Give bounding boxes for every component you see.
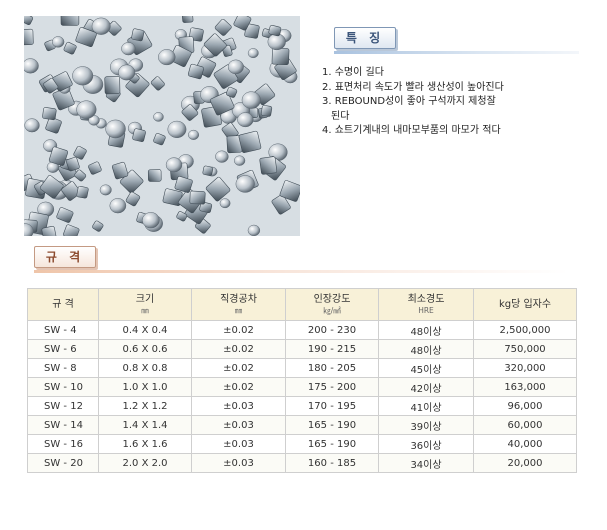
header-particles: kg당 입자수 (473, 288, 577, 321)
table-cell: 175 - 200 (285, 377, 379, 397)
feature-item-continuation: 된다 (331, 110, 350, 122)
table-cell: 160 - 185 (285, 453, 379, 473)
table-cell: SW - 6 (27, 339, 99, 359)
table-cell: 1.4 X 1.4 (98, 415, 192, 435)
table-cell: 320,000 (473, 358, 577, 378)
table-cell: 180 - 205 (285, 358, 379, 378)
table-cell: 165 - 190 (285, 434, 379, 454)
table-cell: 41이상 (378, 396, 474, 416)
table-cell: 1.2 X 1.2 (98, 396, 192, 416)
table-cell: 48이상 (378, 339, 474, 359)
spec-table: 규 격 크기 ㎜ 직경공차 ㎜ 인장강도 ㎏/㎟ 최소경도 HRE kg당 입자수 SW… (27, 288, 577, 473)
table-cell: 36이상 (378, 434, 474, 454)
table-cell: 34이상 (378, 453, 474, 473)
feature-item: 1. 수명이 길다 (322, 67, 384, 78)
header-spec: 규 격 (27, 288, 99, 321)
table-cell: 1.0 X 1.0 (98, 377, 192, 397)
table-cell: 190 - 215 (285, 339, 379, 359)
table-cell: ±0.03 (191, 434, 286, 454)
header-tolerance: 직경공차 ㎜ (191, 288, 286, 321)
table-row: SW - 8 0.8 X 0.8 ±0.02 180 - 205 45이상 320,000 (27, 358, 577, 378)
feature-item: 3. REBOUND성이 좋아 구석까지 제청잘 된다 (322, 95, 592, 124)
table-cell: SW - 20 (27, 453, 99, 473)
table-cell: SW - 16 (27, 434, 99, 454)
table-cell: 200 - 230 (285, 320, 379, 340)
table-cell: ±0.02 (191, 339, 286, 359)
table-cell: ±0.02 (191, 377, 286, 397)
table-cell: SW - 10 (27, 377, 99, 397)
table-row: SW - 16 1.6 X 1.6 ±0.03 165 - 190 36이상 40,000 (27, 434, 577, 454)
table-cell: 48이상 (378, 320, 474, 340)
table-cell: 0.4 X 0.4 (98, 320, 192, 340)
table-cell: ±0.03 (191, 396, 286, 416)
header-size: 크기 ㎜ (98, 288, 192, 321)
table-cell: 163,000 (473, 377, 577, 397)
header-hardness: 최소경도 HRE (378, 288, 474, 321)
table-row: SW - 20 2.0 X 2.0 ±0.03 160 - 185 34이상 20,000 (27, 453, 577, 473)
spec-divider (34, 270, 568, 273)
feature-item: 2. 표면처리 속도가 빨라 생산성이 높아진다 (322, 81, 504, 93)
table-cell: ±0.02 (191, 358, 286, 378)
feature-list: 1. 수명이 길다 2. 표면처리 속도가 빨라 생산성이 높아진다 3. RE… (322, 66, 592, 139)
table-cell: 0.8 X 0.8 (98, 358, 192, 378)
table-row: SW - 6 0.6 X 0.6 ±0.02 190 - 215 48이상 750,000 (27, 339, 577, 359)
table-header-row: 규 격 크기 ㎜ 직경공차 ㎜ 인장강도 ㎏/㎟ 최소경도 HRE kg당 입자수 (27, 288, 577, 321)
table-cell: 2.0 X 2.0 (98, 453, 192, 473)
table-cell: 170 - 195 (285, 396, 379, 416)
table-cell: ±0.03 (191, 415, 286, 435)
table-row: SW - 10 1.0 X 1.0 ±0.02 175 - 200 42이상 163,00… (27, 377, 577, 397)
table-cell: 39이상 (378, 415, 474, 435)
spec-section-tab: 규 격 (34, 246, 96, 268)
table-cell: SW - 4 (27, 320, 99, 340)
table-cell: 750,000 (473, 339, 577, 359)
product-photo (24, 16, 300, 236)
table-cell: 96,000 (473, 396, 577, 416)
table-cell: 60,000 (473, 415, 577, 435)
feature-divider (334, 51, 579, 54)
table-cell: 45이상 (378, 358, 474, 378)
table-cell: 2,500,000 (473, 320, 577, 340)
table-cell: 0.6 X 0.6 (98, 339, 192, 359)
table-cell: 42이상 (378, 377, 474, 397)
feature-section-tab: 특 징 (334, 27, 396, 49)
table-cell: ±0.03 (191, 453, 286, 473)
table-cell: 40,000 (473, 434, 577, 454)
table-cell: 20,000 (473, 453, 577, 473)
table-row: SW - 14 1.4 X 1.4 ±0.03 165 - 190 39이상 60,000 (27, 415, 577, 435)
table-row: SW - 4 0.4 X 0.4 ±0.02 200 - 230 48이상 2,500,0… (27, 320, 577, 340)
table-cell: SW - 14 (27, 415, 99, 435)
table-cell: 165 - 190 (285, 415, 379, 435)
table-cell: ±0.02 (191, 320, 286, 340)
table-cell: 1.6 X 1.6 (98, 434, 192, 454)
table-cell: SW - 12 (27, 396, 99, 416)
table-cell: SW - 8 (27, 358, 99, 378)
table-row: SW - 12 1.2 X 1.2 ±0.03 170 - 195 41이상 96,000 (27, 396, 577, 416)
header-tensile: 인장강도 ㎏/㎟ (285, 288, 379, 321)
feature-item: 4. 쇼트기계내의 내마모부품의 마모가 적다 (322, 125, 501, 136)
